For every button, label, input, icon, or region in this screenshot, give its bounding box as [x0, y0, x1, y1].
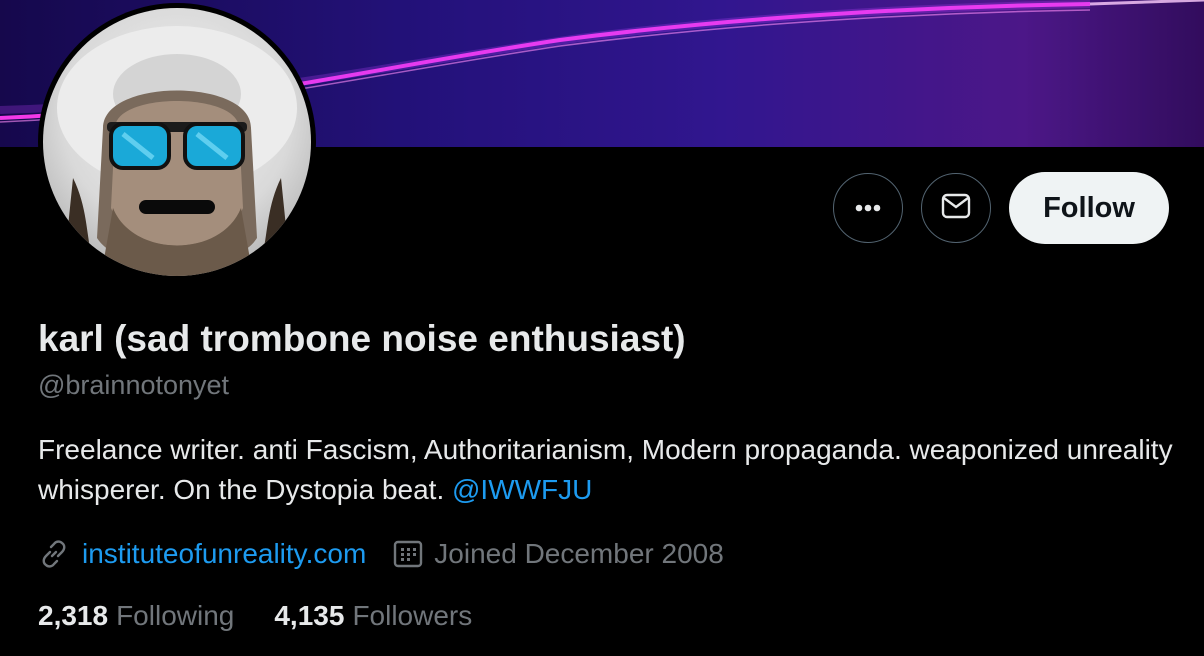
- envelope-icon: [941, 193, 971, 224]
- joined-date: Joined December 2008: [434, 538, 724, 569]
- avatar[interactable]: [38, 3, 316, 281]
- avatar-photo: [43, 8, 311, 276]
- following-label: Following: [116, 600, 235, 631]
- followers-label: Followers: [352, 600, 473, 631]
- profile-meta: instituteofunreality.com Joined December…: [38, 534, 724, 574]
- more-horizontal-icon: [855, 199, 881, 217]
- more-button[interactable]: [833, 173, 903, 243]
- following-link[interactable]: 2,318 Following: [38, 600, 234, 632]
- profile-stats: 2,318 Following 4,135 Followers: [38, 596, 472, 636]
- bio-text: Freelance writer. anti Fascism, Authorit…: [38, 434, 1173, 505]
- following-count: 2,318: [38, 600, 109, 631]
- followers-link[interactable]: 4,135 Followers: [274, 600, 472, 632]
- bio-mention-link[interactable]: @IWWFJU: [452, 474, 592, 505]
- followers-count: 4,135: [274, 600, 345, 631]
- link-icon: [38, 538, 70, 570]
- profile-bio: Freelance writer. anti Fascism, Authorit…: [38, 430, 1178, 510]
- website-link[interactable]: instituteofunreality.com: [82, 538, 366, 570]
- calendar-icon: [392, 538, 424, 570]
- display-name: karl (sad trombone noise enthusiast): [38, 318, 686, 359]
- username-handle: @brainnotonyet: [38, 370, 230, 400]
- follow-button[interactable]: Follow: [1009, 172, 1169, 244]
- message-button[interactable]: [921, 173, 991, 243]
